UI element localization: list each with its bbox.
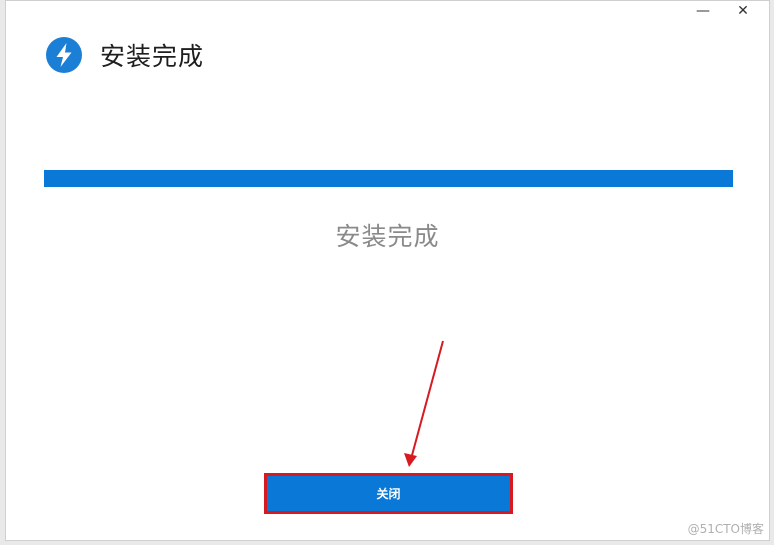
- annotation-arrow: [404, 340, 444, 467]
- minimize-button[interactable]: —: [683, 1, 723, 21]
- title-bar-controls: — ✕: [683, 1, 763, 21]
- header: 安装完成: [46, 37, 204, 73]
- close-icon: ✕: [737, 3, 749, 19]
- close-window-button[interactable]: ✕: [723, 1, 763, 21]
- progress-bar: [44, 170, 733, 187]
- close-button-highlight: 关闭: [264, 473, 513, 514]
- progress-bar-fill: [44, 170, 733, 187]
- page-title: 安装完成: [100, 42, 205, 71]
- lightning-bolt-icon: [46, 37, 82, 73]
- status-text: 安装完成: [335, 222, 440, 251]
- installer-window: — ✕ 安装完成 安装完成 关闭: [5, 0, 770, 541]
- close-button[interactable]: 关闭: [267, 476, 510, 511]
- watermark: @51CTO博客: [687, 522, 764, 536]
- minimize-icon: —: [696, 3, 710, 19]
